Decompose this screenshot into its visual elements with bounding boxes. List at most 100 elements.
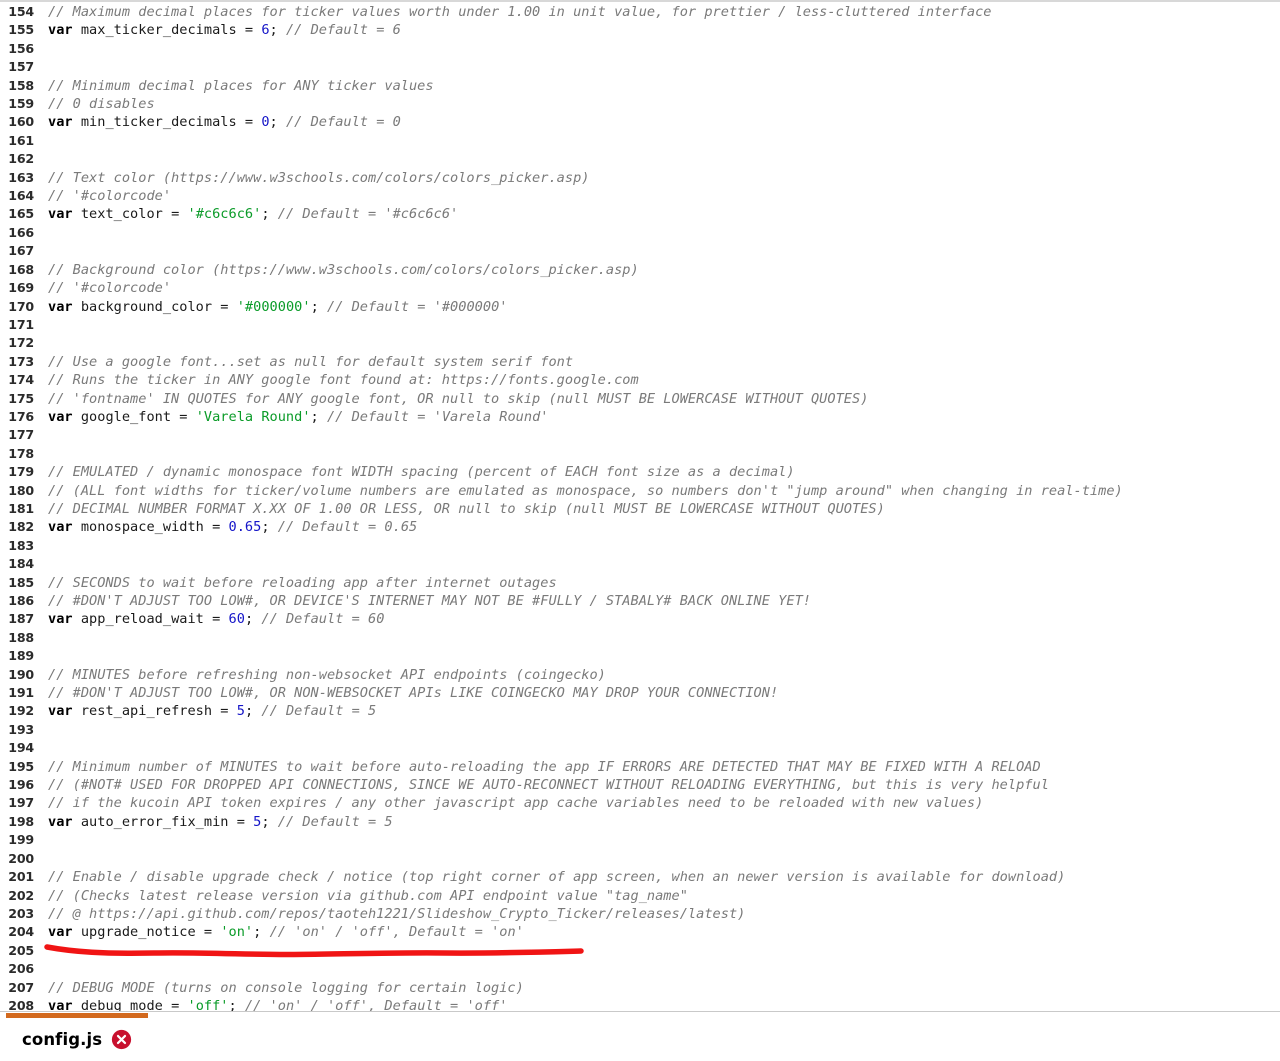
code-line[interactable]: 176 var google_font = 'Varela Round'; // …: [0, 408, 1280, 426]
token-com: // Runs the ticker in ANY google font fo…: [48, 372, 639, 389]
editor-tab-bar[interactable]: config.js: [0, 1011, 1280, 1061]
line-text: var background_color = '#000000'; // Def…: [48, 298, 507, 316]
code-line[interactable]: 175 // 'fontname' IN QUOTES for ANY googl…: [0, 390, 1280, 408]
code-line[interactable]: 157: [0, 58, 1280, 76]
line-text: var auto_error_fix_min = 5; // Default =…: [48, 813, 393, 831]
line-number: 174: [8, 372, 34, 388]
line-number: 161: [8, 132, 34, 148]
code-line[interactable]: 189: [0, 647, 1280, 665]
token-str: '#c6c6c6': [187, 206, 262, 223]
code-line[interactable]: 205: [0, 942, 1280, 960]
token-com: // Text color (https://www.w3schools.com…: [48, 169, 590, 186]
token-com: // '#colorcode': [48, 280, 172, 297]
line-number: 178: [8, 445, 34, 461]
code-line[interactable]: 178: [0, 445, 1280, 463]
token-plain: ;: [269, 22, 286, 39]
code-line[interactable]: 168 // Background color (https://www.w3sc…: [0, 261, 1280, 279]
code-line[interactable]: 171: [0, 316, 1280, 334]
code-line[interactable]: 202 // (Checks latest release version via…: [0, 887, 1280, 905]
code-line[interactable]: 199: [0, 831, 1280, 849]
token-com: // Default = 5: [261, 703, 377, 720]
code-line[interactable]: 194: [0, 739, 1280, 757]
code-line[interactable]: 203 // @ https://api.github.com/repos/tao…: [0, 905, 1280, 923]
code-line[interactable]: 156: [0, 40, 1280, 58]
code-line[interactable]: 184: [0, 555, 1280, 573]
tab-config-js[interactable]: config.js: [22, 1024, 132, 1054]
token-com: // MINUTES before refreshing non-websock…: [48, 666, 606, 683]
line-number: 170: [8, 298, 34, 314]
line-text: var debug_mode = 'off'; // 'on' / 'off',…: [48, 997, 507, 1011]
code-line[interactable]: 170 var background_color = '#000000'; // …: [0, 298, 1280, 316]
token-com: // 0 disables: [48, 96, 155, 113]
code-line[interactable]: 162: [0, 150, 1280, 168]
line-number: 197: [8, 795, 34, 811]
code-line[interactable]: 197 // if the kucoin API token expires / …: [0, 794, 1280, 812]
code-line[interactable]: 169 // '#colorcode': [0, 279, 1280, 297]
code-line[interactable]: 191 // #DON'T ADJUST TOO LOW#, OR NON-WEB…: [0, 684, 1280, 702]
code-line[interactable]: 207 // DEBUG MODE (turns on console loggi…: [0, 979, 1280, 997]
code-line[interactable]: 201 // Enable / disable upgrade check / n…: [0, 868, 1280, 886]
line-number: 158: [8, 77, 34, 93]
line-text: // Runs the ticker in ANY google font fo…: [48, 371, 639, 389]
code-line[interactable]: 206: [0, 960, 1280, 978]
token-kw: var: [48, 703, 73, 720]
code-line[interactable]: 182 var monospace_width = 0.65; // Defaul…: [0, 518, 1280, 536]
line-number: 159: [8, 96, 34, 112]
code-editor-pane[interactable]: 154 // Maximum decimal places for ticker …: [0, 0, 1280, 1011]
code-line[interactable]: 164 // '#colorcode': [0, 187, 1280, 205]
code-line[interactable]: 198 var auto_error_fix_min = 5; // Defaul…: [0, 813, 1280, 831]
line-text: var max_ticker_decimals = 6; // Default …: [48, 21, 401, 39]
code-line[interactable]: 179 // EMULATED / dynamic monospace font …: [0, 463, 1280, 481]
code-line[interactable]: 163 // Text color (https://www.w3schools.…: [0, 169, 1280, 187]
code-line[interactable]: 196 // (#NOT# USED FOR DROPPED API CONNEC…: [0, 776, 1280, 794]
line-number: 205: [8, 942, 34, 958]
code-line[interactable]: 187 var app_reload_wait = 60; // Default …: [0, 610, 1280, 628]
line-text: // MINUTES before refreshing non-websock…: [48, 666, 606, 684]
code-line[interactable]: 208 var debug_mode = 'off'; // 'on' / 'of…: [0, 997, 1280, 1011]
token-kw: var: [48, 298, 73, 315]
code-line[interactable]: 160 var min_ticker_decimals = 0; // Defau…: [0, 113, 1280, 131]
code-line[interactable]: 185 // SECONDS to wait before reloading a…: [0, 574, 1280, 592]
code-line[interactable]: 177: [0, 426, 1280, 444]
code-line[interactable]: 172: [0, 334, 1280, 352]
code-line[interactable]: 165 var text_color = '#c6c6c6'; // Defaul…: [0, 205, 1280, 223]
code-line[interactable]: 174 // Runs the ticker in ANY google font…: [0, 371, 1280, 389]
token-plain: ;: [253, 924, 270, 941]
line-text: // Minimum decimal places for ANY ticker…: [48, 77, 434, 95]
token-plain: app_reload_wait =: [72, 611, 229, 628]
code-line[interactable]: 190 // MINUTES before refreshing non-webs…: [0, 666, 1280, 684]
code-line[interactable]: 188: [0, 629, 1280, 647]
code-line[interactable]: 158 // Minimum decimal places for ANY tic…: [0, 77, 1280, 95]
line-number: 193: [8, 721, 34, 737]
code-line[interactable]: 159 // 0 disables: [0, 95, 1280, 113]
code-line[interactable]: 200: [0, 850, 1280, 868]
code-line[interactable]: 193: [0, 721, 1280, 739]
line-text: var rest_api_refresh = 5; // Default = 5: [48, 702, 376, 720]
token-com: // Default = 6: [285, 22, 401, 39]
code-line[interactable]: 181 // DECIMAL NUMBER FORMAT X.XX OF 1.00…: [0, 500, 1280, 518]
close-circle-icon[interactable]: [111, 1029, 132, 1050]
code-line[interactable]: 183: [0, 537, 1280, 555]
code-line[interactable]: 166: [0, 224, 1280, 242]
line-number: 169: [8, 280, 34, 296]
token-com: // DECIMAL NUMBER FORMAT X.XX OF 1.00 OR…: [48, 500, 885, 517]
code-line[interactable]: 186 // #DON'T ADJUST TOO LOW#, OR DEVICE'…: [0, 592, 1280, 610]
code-line[interactable]: 161: [0, 132, 1280, 150]
token-com: // Default = 5: [277, 813, 393, 830]
code-line[interactable]: 155 var max_ticker_decimals = 6; // Defau…: [0, 21, 1280, 39]
token-com: // Default = '#c6c6c6': [277, 206, 459, 223]
code-line[interactable]: 204 var upgrade_notice = 'on'; // 'on' / …: [0, 923, 1280, 941]
code-line[interactable]: 192 var rest_api_refresh = 5; // Default …: [0, 702, 1280, 720]
token-plain: text_color =: [72, 206, 188, 223]
line-text: // (Checks latest release version via gi…: [48, 887, 688, 905]
code-line[interactable]: 154 // Maximum decimal places for ticker …: [0, 3, 1280, 21]
code-line[interactable]: 195 // Minimum number of MINUTES to wait …: [0, 758, 1280, 776]
code-line[interactable]: 180 // (ALL font widths for ticker/volume…: [0, 482, 1280, 500]
token-plain: rest_api_refresh =: [72, 703, 237, 720]
line-text: // DECIMAL NUMBER FORMAT X.XX OF 1.00 OR…: [48, 500, 885, 518]
code-line[interactable]: 173 // Use a google font...set as null fo…: [0, 353, 1280, 371]
code-line[interactable]: 167: [0, 242, 1280, 260]
line-text: // Maximum decimal places for ticker val…: [48, 3, 991, 21]
token-com: // @ https://api.github.com/repos/taoteh…: [48, 905, 746, 922]
line-number: 162: [8, 151, 34, 167]
